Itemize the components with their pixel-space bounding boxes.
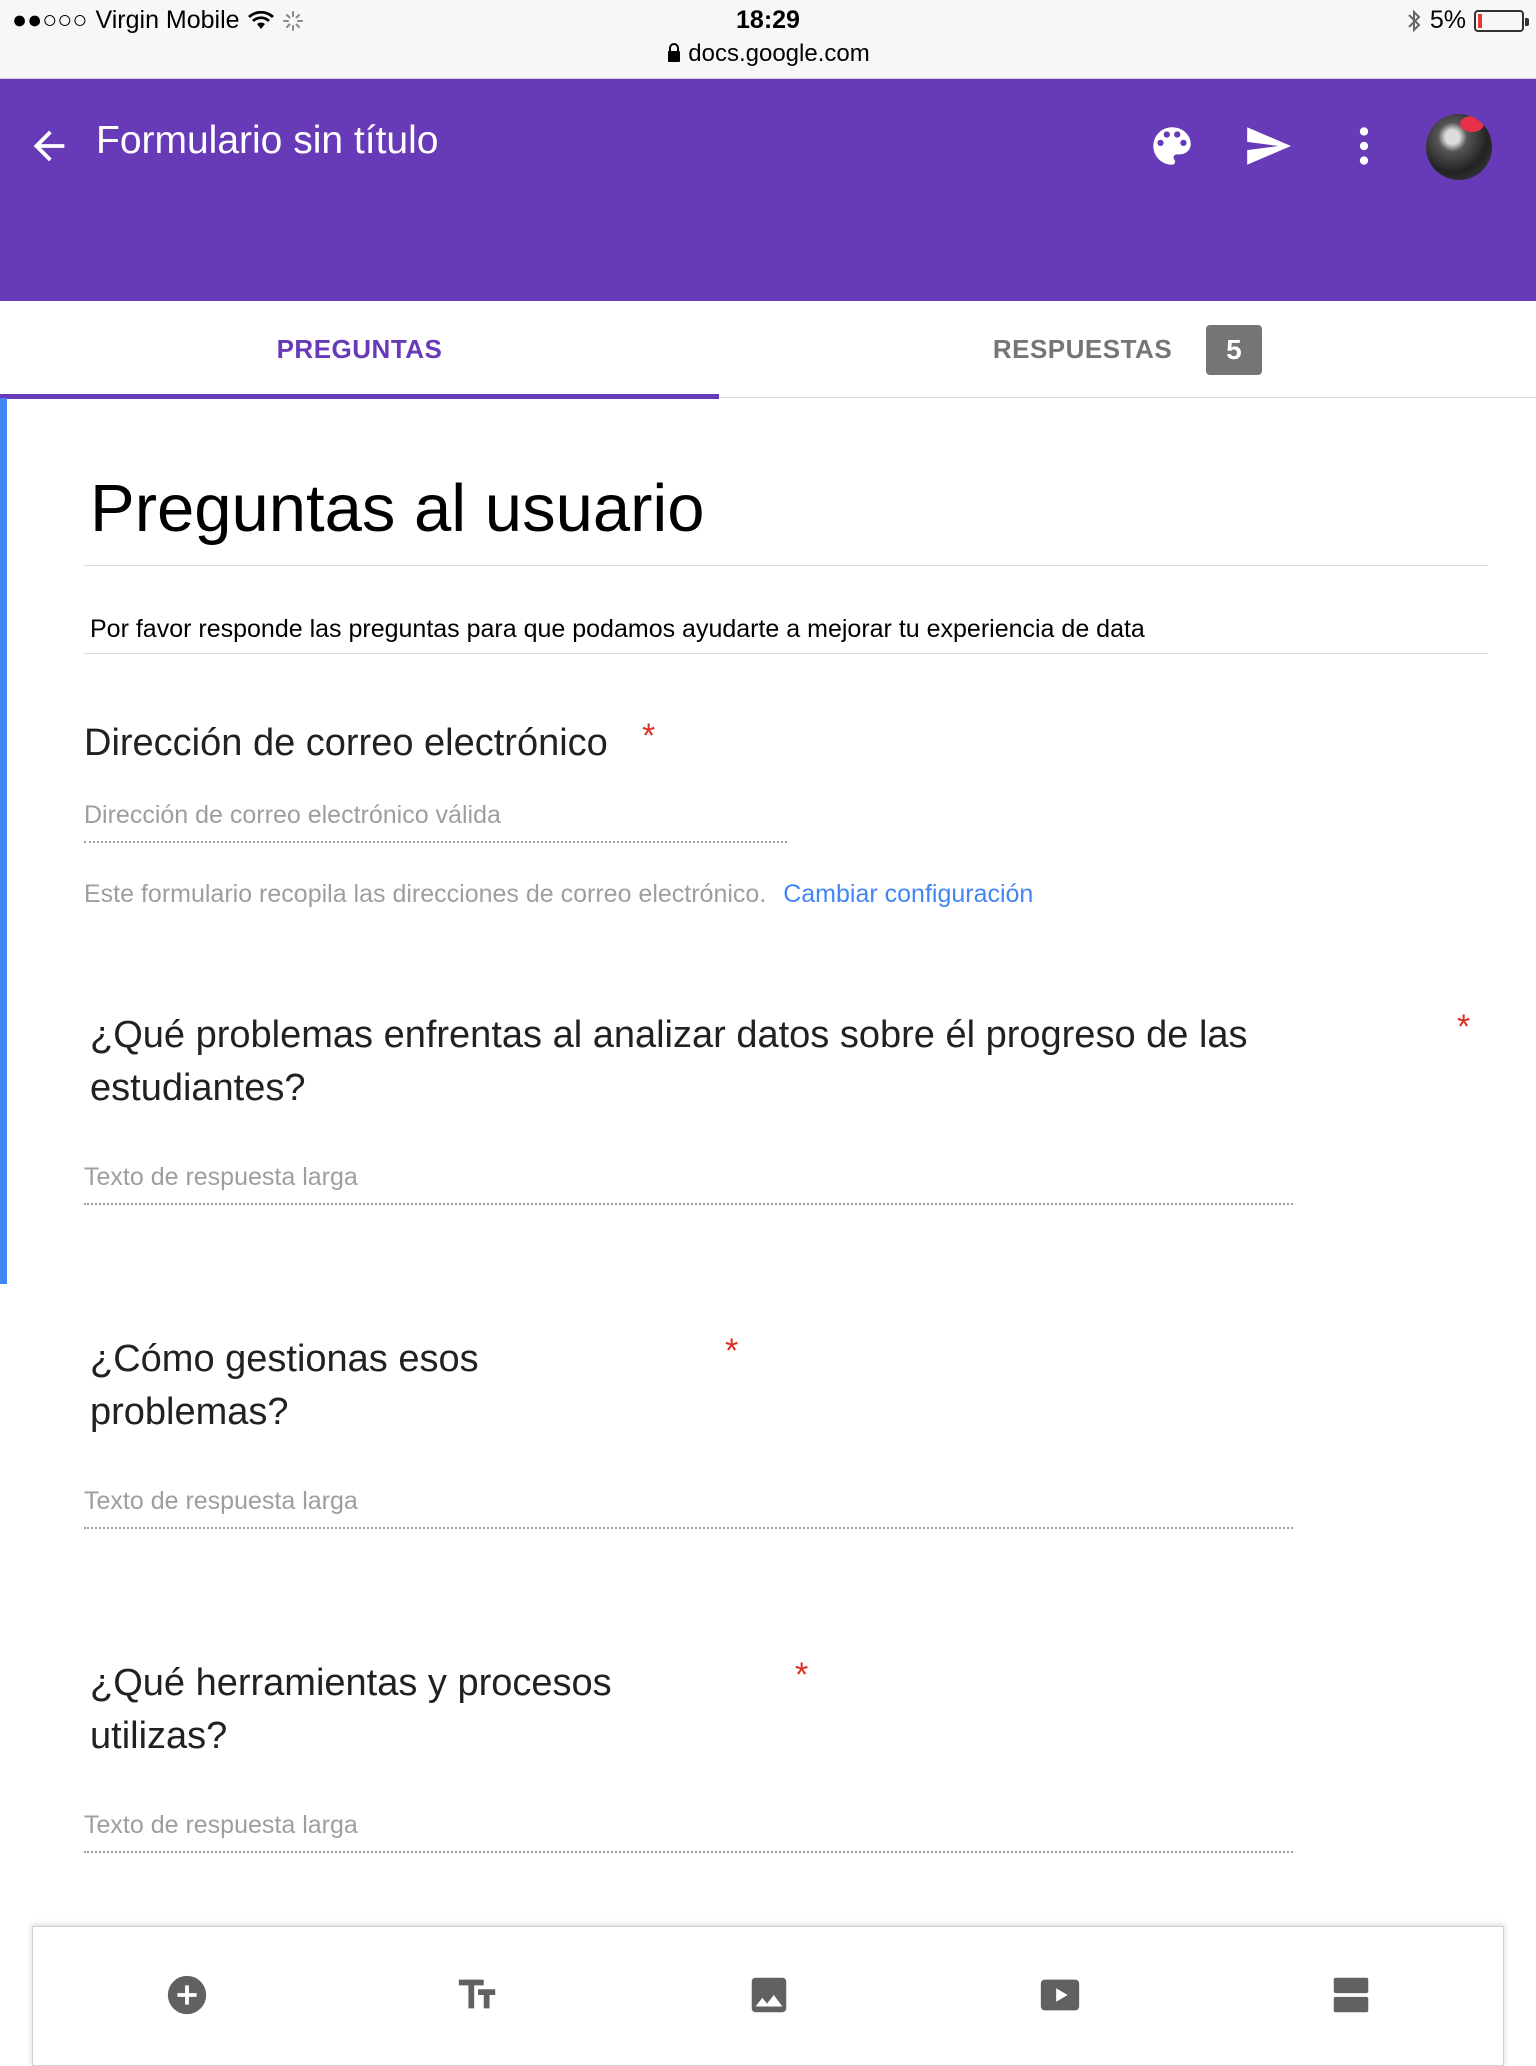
status-bar: ●●○○○ Virgin Mobile 18:29 docs.google.co…: [0, 0, 1536, 79]
send-icon[interactable]: [1243, 121, 1293, 171]
description-divider: [84, 653, 1488, 654]
add-question-button[interactable]: [163, 1971, 211, 2019]
lock-icon: [668, 43, 681, 62]
battery-percent: 5%: [1429, 6, 1466, 34]
question-1-line-1: ¿Qué problemas enfrentas al analizar dat…: [90, 1014, 1248, 1056]
active-tab-indicator: [0, 394, 719, 399]
form-description[interactable]: Por favor responde las preguntas para qu…: [90, 615, 1145, 644]
answer-underline: [84, 1527, 1293, 1529]
question-1-line-2: estudiantes?: [90, 1067, 306, 1109]
tab-responses-label: RESPUESTAS: [992, 334, 1173, 364]
long-answer-field: Texto de respuesta larga: [84, 1487, 358, 1515]
battery-icon: [1474, 9, 1529, 32]
email-note-text: Este formulario recopila las direcciones…: [84, 880, 767, 908]
email-collection-note: Este formulario recopila las direcciones…: [84, 880, 1033, 909]
email-question-title: Dirección de correo electrónico: [84, 722, 608, 764]
add-question-icon: [167, 1975, 207, 2015]
bottom-toolbar: [32, 1926, 1504, 2066]
email-field[interactable]: Dirección de correo electrónico válida: [84, 801, 501, 830]
question-2-line-2: problemas?: [90, 1391, 289, 1433]
form-name[interactable]: Formulario sin título: [96, 119, 438, 163]
question-3-title[interactable]: ¿Qué herramientas y procesos utilizas?: [90, 1657, 612, 1763]
add-section-icon: [1333, 1977, 1369, 2013]
palette-icon[interactable]: [1147, 121, 1197, 171]
add-image-icon: [751, 1977, 787, 2013]
add-video-button[interactable]: [1036, 1971, 1084, 2019]
required-mark: *: [725, 1332, 739, 1370]
status-time: 18:29: [736, 6, 800, 34]
app-bar: Formulario sin título: [0, 79, 1536, 301]
required-mark: *: [1457, 1008, 1471, 1046]
question-3-line-2: utilizas?: [90, 1715, 228, 1757]
add-title-icon: [458, 1979, 496, 2009]
answer-underline: [84, 1203, 1293, 1205]
title-divider: [84, 565, 1488, 566]
add-title-button[interactable]: [454, 1971, 502, 2019]
question-3-line-1: ¿Qué herramientas y procesos: [90, 1662, 612, 1704]
status-right: 5%: [1406, 6, 1529, 35]
more-vert-icon[interactable]: [1339, 121, 1389, 171]
avatar[interactable]: [1426, 114, 1492, 180]
change-settings-link[interactable]: Cambiar configuración: [783, 880, 1033, 908]
tab-questions[interactable]: PREGUNTAS: [0, 301, 719, 399]
required-mark: *: [795, 1656, 809, 1694]
long-answer-field: Texto de respuesta larga: [84, 1163, 358, 1191]
add-image-button[interactable]: [745, 1971, 793, 2019]
required-mark: *: [642, 717, 656, 755]
add-video-icon: [1040, 1979, 1080, 2011]
bluetooth-icon: [1408, 9, 1421, 32]
responses-count-badge: 5: [1206, 324, 1263, 375]
url-text: docs.google.com: [688, 40, 870, 67]
answer-underline: [84, 1851, 1293, 1853]
back-arrow-icon[interactable]: [26, 123, 72, 169]
tab-questions-label: PREGUNTAS: [276, 334, 443, 364]
tab-responses[interactable]: RESPUESTAS 5: [719, 301, 1536, 398]
add-section-button[interactable]: [1327, 1971, 1375, 2019]
question-1-title[interactable]: ¿Qué problemas enfrentas al analizar dat…: [90, 1009, 1248, 1115]
form-title[interactable]: Preguntas al usuario: [90, 470, 705, 547]
address-bar[interactable]: docs.google.com: [0, 40, 1536, 68]
question-2-title[interactable]: ¿Cómo gestionas esos problemas?: [90, 1333, 479, 1439]
focus-indicator: [0, 398, 7, 1284]
tab-bar: PREGUNTAS RESPUESTAS 5: [0, 301, 1536, 399]
email-underline: [84, 841, 787, 843]
question-2-line-1: ¿Cómo gestionas esos: [90, 1338, 479, 1380]
long-answer-field: Texto de respuesta larga: [84, 1811, 358, 1839]
